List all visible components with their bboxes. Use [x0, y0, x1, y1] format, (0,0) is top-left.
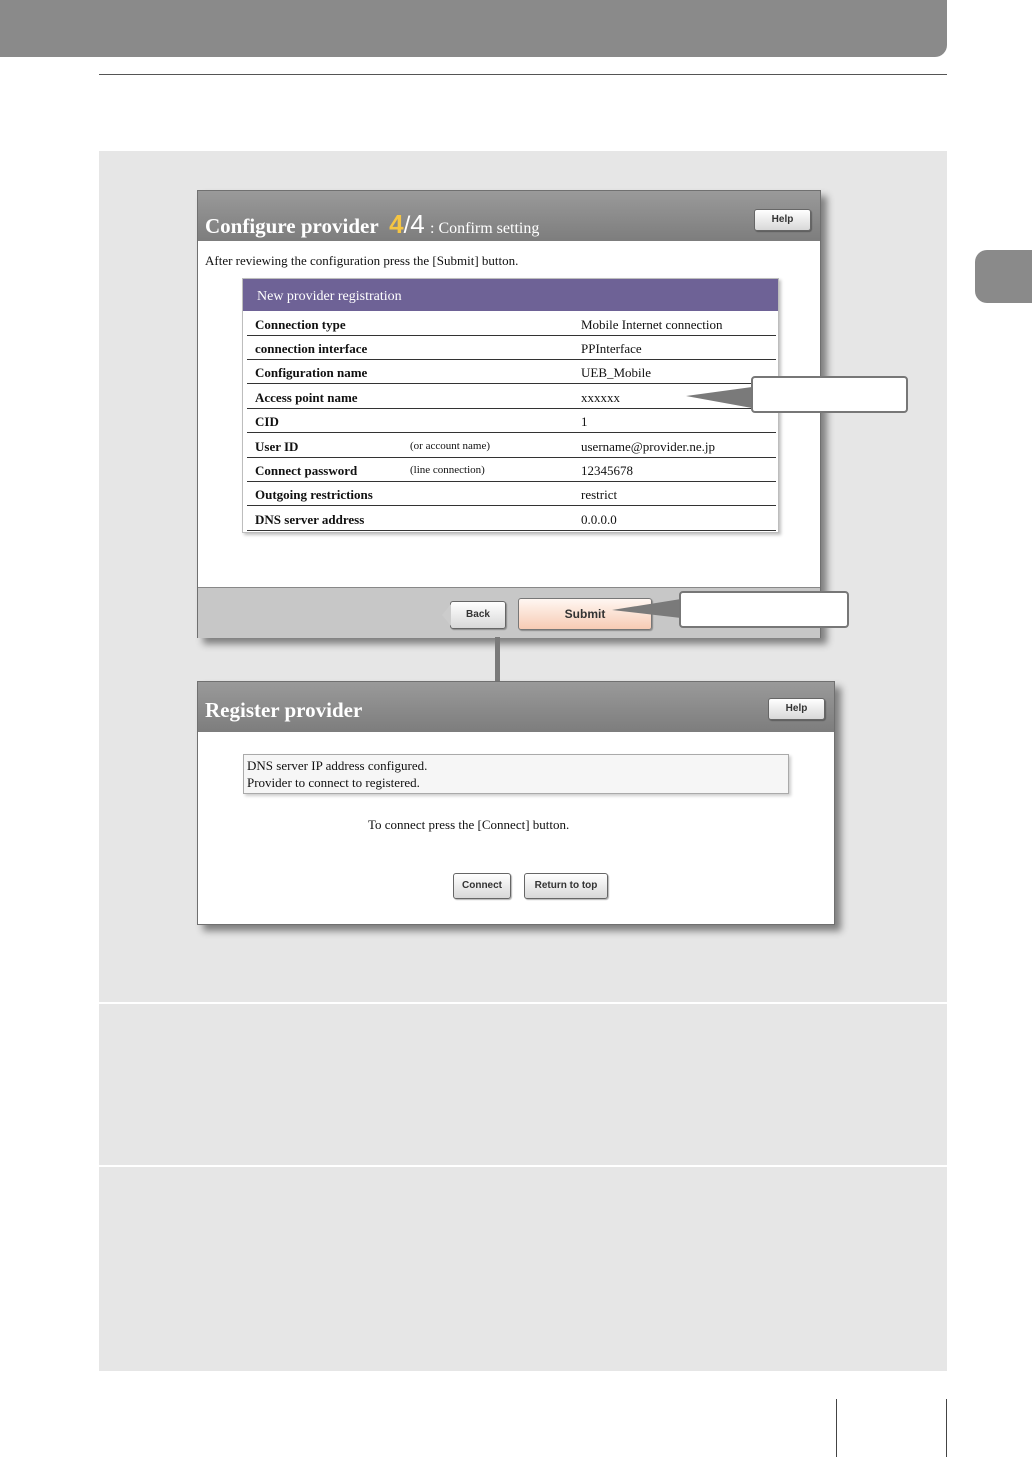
- register-provider-window: Register provider Help DNS server IP add…: [197, 681, 835, 925]
- status-message: DNS server IP address configured. Provid…: [243, 754, 789, 794]
- status-message-line: DNS server IP address configured.: [247, 758, 428, 773]
- row-label: Connection type: [255, 317, 346, 332]
- table-row: Outgoing restrictions restrict: [247, 482, 776, 506]
- window-titlebar: Register provider Help: [198, 682, 834, 732]
- back-button-label: Back: [466, 609, 490, 620]
- row-label: CID: [255, 414, 279, 429]
- help-button[interactable]: Help: [754, 209, 811, 231]
- step-total: 4: [410, 209, 425, 239]
- step-current: 4: [389, 209, 404, 239]
- row-label: connection interface: [255, 341, 368, 356]
- back-arrow-icon: [442, 604, 451, 626]
- table-row: CID 1: [247, 409, 776, 433]
- row-note: (line connection): [410, 464, 485, 476]
- row-value: 0.0.0.0: [581, 512, 617, 527]
- row-value: username@provider.ne.jp: [581, 439, 715, 454]
- row-label: Outgoing restrictions: [255, 487, 373, 502]
- table-row: User ID (or account name) username@provi…: [247, 434, 776, 458]
- row-value: UEB_Mobile: [581, 365, 652, 380]
- table-row: DNS server address 0.0.0.0: [247, 507, 776, 531]
- content-panel: [99, 1167, 947, 1371]
- row-label: Access point name: [255, 390, 358, 405]
- row-label: DNS server address: [255, 512, 365, 527]
- header-divider: [99, 74, 947, 75]
- row-label: User ID: [255, 439, 299, 454]
- footer-divider: [836, 1399, 837, 1457]
- row-value: PPInterface: [581, 341, 642, 356]
- row-value: 12345678: [581, 463, 633, 478]
- footer-divider: [946, 1399, 947, 1457]
- callout-box: [751, 376, 908, 413]
- row-label: Connect password: [255, 463, 358, 478]
- callout-pointer-icon: [612, 599, 681, 618]
- connect-instruction: To connect press the [Connect] button.: [368, 817, 570, 832]
- callout-box: [679, 591, 849, 628]
- callout-pointer-icon: [686, 387, 752, 408]
- table-row: Configuration name UEB_Mobile: [247, 360, 776, 384]
- row-value: 1: [581, 414, 588, 429]
- title-label: Configure provider: [205, 214, 379, 238]
- window-title: Configure provider 4/4 : Confirm setting: [205, 209, 539, 240]
- window-titlebar: Configure provider 4/4 : Confirm setting…: [198, 191, 820, 241]
- status-message-line: Provider to connect to registered.: [247, 775, 420, 790]
- configure-provider-window: Configure provider 4/4 : Confirm setting…: [197, 190, 821, 638]
- row-label: Configuration name: [255, 365, 368, 380]
- table-row: connection interface PPInterface: [247, 336, 776, 360]
- window-title: Register provider: [205, 698, 363, 722]
- return-to-top-button[interactable]: Return to top: [524, 873, 608, 899]
- row-value: restrict: [581, 487, 618, 502]
- row-value: xxxxxx: [581, 390, 620, 405]
- back-button[interactable]: Back: [442, 601, 506, 629]
- connect-button[interactable]: Connect: [453, 873, 511, 899]
- table-header: New provider registration: [243, 279, 778, 311]
- table-row: Connect password (line connection) 12345…: [247, 458, 776, 482]
- step-label: : Confirm setting: [430, 220, 540, 237]
- row-note: (or account name): [410, 440, 491, 452]
- page-header-bar: [0, 0, 947, 57]
- content-panel: [99, 1004, 947, 1165]
- help-button[interactable]: Help: [768, 698, 825, 720]
- row-value: Mobile Internet connection: [581, 317, 723, 332]
- table-row: Connection type Mobile Internet connecti…: [247, 312, 776, 336]
- instruction-text: After reviewing the configuration press …: [205, 253, 519, 268]
- chapter-tab: [975, 250, 1032, 303]
- table-header-label: New provider registration: [257, 289, 402, 304]
